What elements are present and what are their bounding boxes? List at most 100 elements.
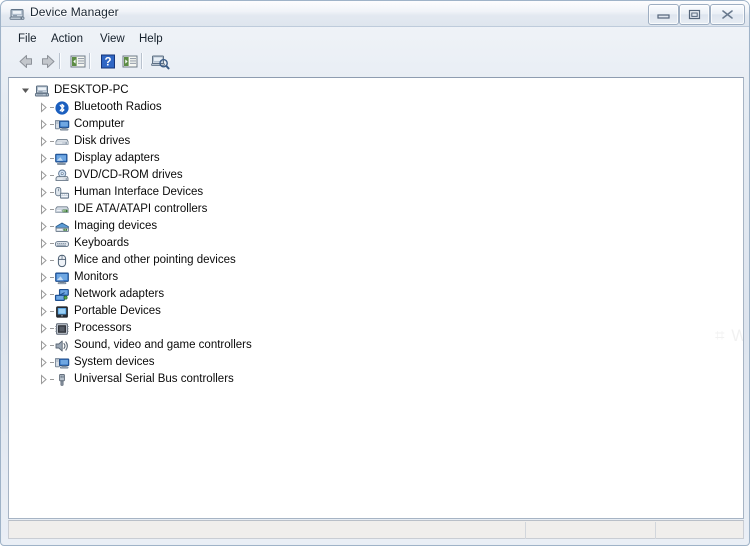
- tree-item-human-interface-devices[interactable]: Human Interface Devices: [9, 184, 743, 201]
- menu-bar: File Action View Help: [9, 29, 743, 49]
- tree-item-mice-and-other-pointing-devices[interactable]: Mice and other pointing devices: [9, 252, 743, 269]
- tree-item-label: IDE ATA/ATAPI controllers: [74, 203, 208, 215]
- tree-item-label: Display adapters: [74, 152, 160, 164]
- expand-triangle-icon[interactable]: [38, 354, 49, 371]
- tree-item-disk-drives[interactable]: Disk drives: [9, 133, 743, 150]
- expand-triangle-icon[interactable]: [38, 99, 49, 116]
- tree-item-label: Sound, video and game controllers: [74, 339, 252, 351]
- processor-icon: [54, 321, 70, 337]
- tree-item-label: DVD/CD-ROM drives: [74, 169, 183, 181]
- status-divider: [655, 522, 656, 539]
- hid-icon: [54, 185, 70, 201]
- tree-item-computer[interactable]: Computer: [9, 116, 743, 133]
- close-button[interactable]: [710, 4, 745, 25]
- tree-item-universal-serial-bus-controllers[interactable]: Universal Serial Bus controllers: [9, 371, 743, 388]
- tree-item-ide-ata-atapi-controllers[interactable]: IDE ATA/ATAPI controllers: [9, 201, 743, 218]
- tree-item-label: Mice and other pointing devices: [74, 254, 236, 266]
- expand-triangle-icon[interactable]: [38, 320, 49, 337]
- tree-item-monitors[interactable]: Monitors: [9, 269, 743, 286]
- tree-item-label: Disk drives: [74, 135, 131, 147]
- tree-item-portable-devices[interactable]: Portable Devices: [9, 303, 743, 320]
- expand-triangle-icon[interactable]: [38, 167, 49, 184]
- computer-node-icon: [54, 117, 70, 133]
- tree-item-label: Network adapters: [74, 288, 165, 300]
- tree-item-label: Keyboards: [74, 237, 129, 249]
- tree-item-label: Human Interface Devices: [74, 186, 204, 198]
- monitor-icon: [54, 270, 70, 286]
- system-device-icon: [54, 355, 70, 371]
- device-manager-icon: [9, 6, 25, 22]
- device-manager-window: Device Manager File Action View Help ? D…: [0, 0, 750, 546]
- expand-triangle-icon[interactable]: [38, 133, 49, 150]
- tree-item-network-adapters[interactable]: Network adapters: [9, 286, 743, 303]
- menu-file[interactable]: File: [17, 31, 38, 47]
- expand-triangle-icon[interactable]: [38, 371, 49, 388]
- tree-item-label: Universal Serial Bus controllers: [74, 373, 234, 385]
- tree-item-display-adapters[interactable]: Display adapters: [9, 150, 743, 167]
- toolbar-separator: [59, 53, 60, 69]
- usb-controller-icon: [54, 372, 70, 388]
- collapse-triangle-icon[interactable]: [20, 82, 31, 99]
- tree-item-keyboards[interactable]: Keyboards: [9, 235, 743, 252]
- toolbar-separator: [141, 53, 142, 69]
- mouse-icon: [54, 253, 70, 269]
- dvd-drive-icon: [54, 168, 70, 184]
- expand-triangle-icon[interactable]: [38, 235, 49, 252]
- show-hide-pane-button[interactable]: [119, 51, 141, 72]
- computer-icon: [34, 83, 50, 99]
- expand-triangle-icon[interactable]: [38, 218, 49, 235]
- tree-item-label: Monitors: [74, 271, 119, 283]
- portable-device-icon: [54, 304, 70, 320]
- device-tree-pane[interactable]: DESKTOP-PC Bluetooth Radios Computer Dis…: [8, 77, 744, 519]
- status-bar: [8, 520, 744, 539]
- expand-triangle-icon[interactable]: [38, 252, 49, 269]
- menu-view[interactable]: View: [99, 31, 126, 47]
- expand-triangle-icon[interactable]: [38, 150, 49, 167]
- tree-item-label: Bluetooth Radios: [74, 101, 162, 113]
- tree-item-sound-video-and-game-controllers[interactable]: Sound, video and game controllers: [9, 337, 743, 354]
- expand-triangle-icon[interactable]: [38, 269, 49, 286]
- expand-triangle-icon[interactable]: [38, 337, 49, 354]
- disk-drive-icon: [54, 134, 70, 150]
- tree-item-imaging-devices[interactable]: Imaging devices: [9, 218, 743, 235]
- toolbar-separator: [89, 53, 90, 69]
- sound-device-icon: [54, 338, 70, 354]
- tree-item-dvd-cdrom-drives[interactable]: DVD/CD-ROM drives: [9, 167, 743, 184]
- tree-item-processors[interactable]: Processors: [9, 320, 743, 337]
- expand-triangle-icon[interactable]: [38, 184, 49, 201]
- keyboard-icon: [54, 236, 70, 252]
- tree-item-label: System devices: [74, 356, 155, 368]
- toolbar: ?: [9, 50, 743, 74]
- status-divider: [525, 522, 526, 539]
- tree-root-node[interactable]: DESKTOP-PC: [9, 82, 743, 99]
- tree-item-label: Portable Devices: [74, 305, 161, 317]
- ide-controller-icon: [54, 202, 70, 218]
- menu-action[interactable]: Action: [50, 31, 84, 47]
- tree-item-label: Processors: [74, 322, 132, 334]
- tree-item-bluetooth-radios[interactable]: Bluetooth Radios: [9, 99, 743, 116]
- scan-hardware-changes-button[interactable]: [149, 51, 171, 72]
- forward-button[interactable]: [37, 51, 59, 72]
- expand-triangle-icon[interactable]: [38, 201, 49, 218]
- help-button[interactable]: ?: [97, 51, 119, 72]
- window-title: Device Manager: [30, 5, 119, 19]
- title-bar[interactable]: Device Manager: [1, 1, 749, 27]
- display-adapter-icon: [54, 151, 70, 167]
- svg-text:?: ?: [104, 56, 111, 68]
- expand-triangle-icon[interactable]: [38, 303, 49, 320]
- properties-button[interactable]: [67, 51, 89, 72]
- network-adapter-icon: [54, 287, 70, 303]
- menu-help[interactable]: Help: [138, 31, 164, 47]
- tree-item-label: Computer: [74, 118, 125, 130]
- maximize-restore-button[interactable]: [679, 4, 710, 25]
- device-tree: DESKTOP-PC Bluetooth Radios Computer Dis…: [9, 78, 743, 388]
- tree-root-label: DESKTOP-PC: [54, 84, 129, 96]
- expand-triangle-icon[interactable]: [38, 116, 49, 133]
- minimize-button[interactable]: [648, 4, 679, 25]
- bluetooth-icon: [54, 100, 70, 116]
- expand-triangle-icon[interactable]: [38, 286, 49, 303]
- back-button[interactable]: [15, 51, 37, 72]
- tree-item-system-devices[interactable]: System devices: [9, 354, 743, 371]
- imaging-device-icon: [54, 219, 70, 235]
- tree-item-label: Imaging devices: [74, 220, 158, 232]
